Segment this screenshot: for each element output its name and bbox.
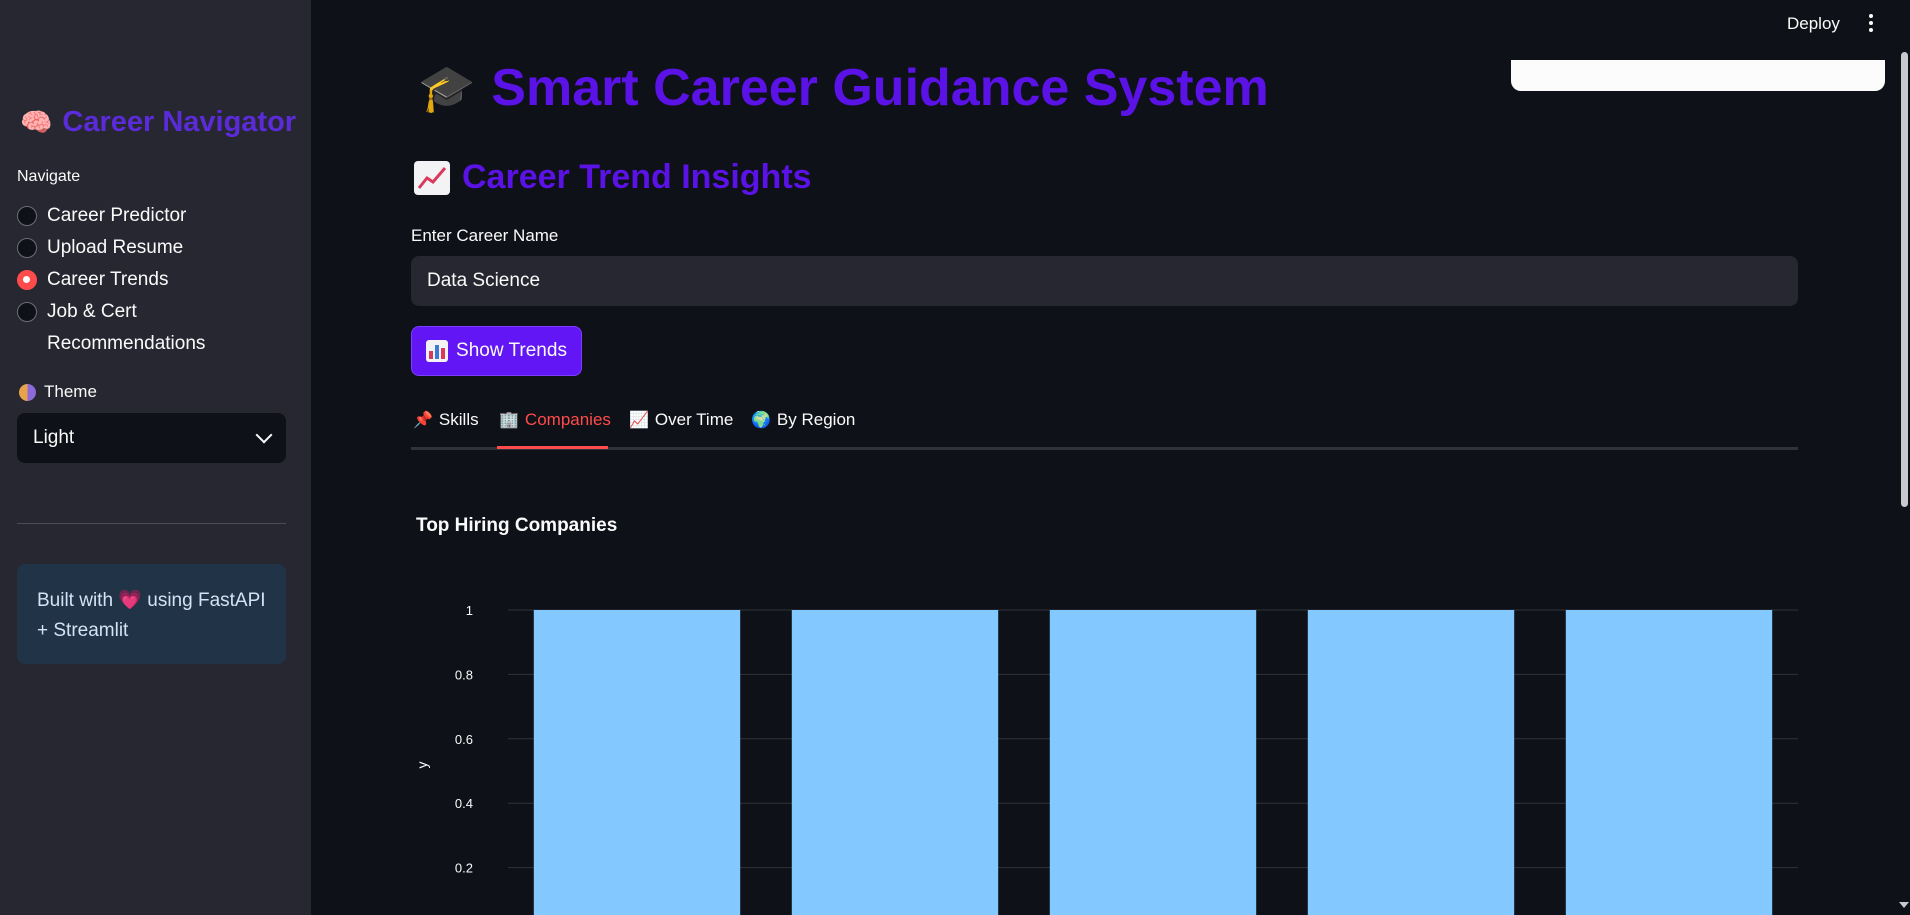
radio-career-predictor[interactable]: Career Predictor (17, 200, 297, 232)
tab-label: Over Time (654, 410, 734, 429)
radio-label: Career Trends (47, 269, 169, 290)
tab-skills[interactable]: 📌 Skills (413, 410, 479, 430)
radio-label: Job & Cert Recommendations (47, 296, 205, 360)
radio-job-cert[interactable]: Job & Cert Recommendations (17, 296, 297, 360)
bar[interactable] (791, 610, 999, 915)
y-tick-label: 1 (466, 603, 473, 618)
show-trends-button[interactable]: Show Trends (411, 326, 582, 376)
bar[interactable] (533, 610, 741, 915)
globe-icon: 🌍 (751, 412, 771, 429)
chart-increasing-icon: 📈 (629, 412, 649, 429)
radio-upload-resume[interactable]: Upload Resume (17, 232, 297, 264)
palette-icon (19, 383, 36, 401)
radio-label-line1: Job & Cert (47, 301, 137, 322)
chart-title: Top Hiring Companies (416, 515, 618, 536)
bar-chart-icon (426, 340, 449, 362)
theme-select[interactable]: Light (17, 413, 286, 463)
show-trends-label: Show Trends (456, 340, 567, 361)
brain-icon: 🧠 (20, 107, 53, 137)
career-input-label: Enter Career Name (411, 226, 559, 245)
info-text: Built with (37, 590, 114, 611)
tab-bar: 📌 Skills 🏢 Companies 📈 Over Time 🌍 By Re… (411, 406, 1798, 450)
bar[interactable] (1307, 610, 1515, 915)
radio-circle[interactable] (17, 206, 37, 226)
radio-label-line2: Recommendations (47, 333, 206, 354)
career-name-input[interactable] (411, 256, 1798, 306)
radio-circle-selected[interactable] (17, 270, 37, 290)
toast-panel (1511, 60, 1885, 91)
more-menu-icon[interactable] (1866, 14, 1876, 36)
deploy-button[interactable]: Deploy (1787, 14, 1840, 34)
bar[interactable] (1049, 610, 1257, 915)
tab-label: By Region (776, 410, 856, 429)
section-title-text: Career Trend Insights (462, 158, 812, 196)
section-title: Career Trend Insights (414, 158, 812, 197)
navigate-label: Navigate (17, 168, 81, 185)
tab-label: Skills (438, 410, 479, 429)
pushpin-icon: 📌 (413, 412, 433, 429)
sidebar-divider (17, 523, 286, 524)
page-title: 🎓 Smart Career Guidance System (418, 58, 1269, 118)
info-text-2: using FastAPI (147, 590, 266, 611)
sidebar: 🧠 Career Navigator Navigate Career Predi… (0, 0, 311, 915)
office-building-icon: 🏢 (499, 412, 519, 429)
theme-label: Theme (19, 382, 97, 402)
tab-label: Companies (524, 410, 611, 429)
tab-by-region[interactable]: 🌍 By Region (751, 410, 855, 430)
navigate-radio-group: Career Predictor Upload Resume Career Tr… (17, 200, 297, 360)
chevron-down-icon (255, 426, 273, 444)
active-tab-indicator (497, 446, 608, 449)
sidebar-title: 🧠 Career Navigator (20, 106, 296, 139)
theme-select-value: Light (33, 427, 75, 448)
radio-label: Career Predictor (47, 205, 187, 226)
radio-circle[interactable] (17, 302, 37, 322)
y-axis-label: y (414, 762, 430, 769)
heart-icon: 💗 (118, 590, 142, 611)
chart-increasing-icon (414, 160, 450, 195)
radio-label: Upload Resume (47, 237, 184, 258)
scrollbar-thumb[interactable] (1901, 52, 1908, 507)
y-tick-label: 0.2 (455, 861, 473, 876)
y-tick-label: 0.4 (455, 796, 473, 811)
page-title-text: Smart Career Guidance System (491, 59, 1269, 117)
graduation-cap-icon: 🎓 (418, 61, 476, 114)
y-tick-label: 0.6 (455, 732, 473, 747)
bar[interactable] (1565, 610, 1773, 915)
tab-companies[interactable]: 🏢 Companies (499, 410, 611, 430)
theme-label-text: Theme (44, 382, 97, 401)
tab-over-time[interactable]: 📈 Over Time (629, 410, 733, 430)
radio-career-trends[interactable]: Career Trends (17, 264, 297, 296)
scroll-down-arrow-icon[interactable] (1899, 902, 1909, 908)
bar-chart: 0.2 0.4 0.6 0.8 1 y (414, 603, 1798, 915)
info-box: Built with 💗 using FastAPI + Streamlit (17, 564, 286, 664)
radio-circle[interactable] (17, 238, 37, 258)
y-tick-label: 0.8 (455, 667, 473, 682)
info-text-3: + Streamlit (37, 620, 129, 641)
sidebar-title-text: Career Navigator (62, 106, 297, 138)
